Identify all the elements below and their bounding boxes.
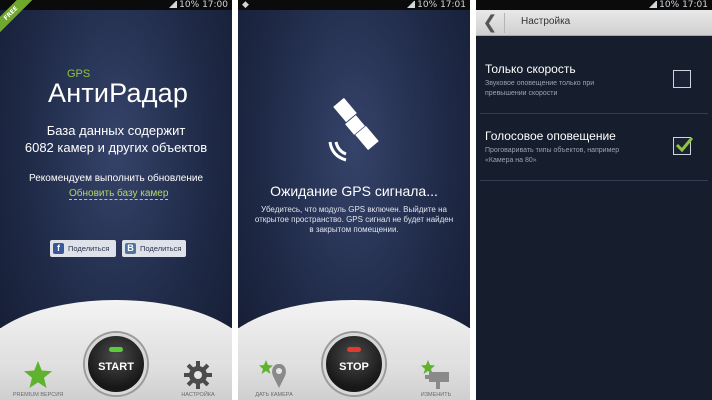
pref-speed-only[interactable]: Только скорость Звуковое оповещение толь…: [476, 62, 712, 126]
topbar-divider: [504, 13, 505, 33]
bottom-bar: PREMIUM ВЕРСИЯ START НАСТРОЙКА: [0, 300, 232, 400]
database-line-2: 6082 камер и других объектов: [24, 140, 208, 155]
settings-label: НАСТРОЙКА: [181, 392, 215, 398]
voice-alert-checkbox[interactable]: [673, 137, 693, 155]
status-bar: 10% 17:01: [476, 0, 712, 10]
settings-topbar: ❮ Настройка: [476, 10, 712, 36]
vk-icon: B: [125, 243, 136, 254]
pref-voice-alert[interactable]: Голосовое оповещение Проговаривать типы …: [476, 129, 712, 193]
bottom-bar: ДАТЬ КАМЕРА STOP ИЗМЕНИТЬ: [238, 300, 470, 400]
settings-button[interactable]: НАСТРОЙКА: [168, 360, 228, 398]
facebook-share-label: Поделиться: [68, 244, 110, 253]
vk-share-button[interactable]: B Поделиться: [122, 240, 186, 257]
screen-settings: 10% 17:01 ❮ Настройка Только скорость Зв…: [476, 0, 712, 400]
clock: 17:01: [440, 0, 466, 10]
update-recommendation: Рекомендуем выполнить обновление: [28, 173, 204, 184]
battery-text: 10%: [417, 0, 438, 10]
start-button[interactable]: START: [85, 333, 147, 395]
pref-divider: [480, 113, 708, 114]
start-led: [109, 347, 123, 352]
add-camera-label: ДАТЬ КАМЕРА: [255, 392, 293, 398]
clock: 17:00: [202, 0, 228, 10]
clock: 17:01: [682, 0, 708, 10]
pref-summary: Проговаривать типы объектов, например «К…: [485, 147, 620, 164]
change-label: ИЗМЕНИТЬ: [420, 392, 452, 398]
back-icon: ❮: [482, 12, 498, 33]
settings-title: Настройка: [521, 16, 571, 27]
location-status-icon: ◆: [242, 0, 249, 10]
pref-summary: Звуковое оповещение только при превышени…: [485, 80, 595, 97]
facebook-icon: f: [53, 243, 64, 254]
pref-divider: [480, 180, 708, 181]
location-pin-icon: [259, 360, 286, 388]
database-info: База данных содержит 6082 камер и других…: [0, 122, 232, 156]
facebook-share-button[interactable]: f Поделиться: [50, 240, 116, 257]
speed-only-checkbox[interactable]: [673, 70, 691, 88]
screen-main: 10% 17:00 FREE GPS АнтиРадар База данных…: [0, 0, 232, 400]
battery-text: 10%: [179, 0, 200, 10]
premium-button[interactable]: PREMIUM ВЕРСИЯ: [8, 360, 68, 398]
camera-icon: [421, 360, 449, 389]
stop-led: [347, 347, 361, 352]
star-icon: [24, 361, 52, 388]
change-camera-button[interactable]: ИЗМЕНИТЬ: [406, 360, 466, 398]
back-button[interactable]: ❮: [480, 13, 500, 33]
stop-label: STOP: [339, 361, 369, 373]
update-database-link[interactable]: Обновить базу камер: [69, 188, 169, 200]
add-camera-button[interactable]: ДАТЬ КАМЕРА: [244, 360, 304, 398]
check-icon: [675, 137, 693, 153]
status-bar: ◆ 10% 17:01: [238, 0, 470, 10]
screen-waiting-gps: ◆ 10% 17:01 Ожидание GPS сигнала... Убед…: [238, 0, 470, 400]
premium-label: PREMIUM ВЕРСИЯ: [12, 392, 64, 398]
database-line-1: База данных содержит: [46, 123, 186, 138]
gear-icon: [184, 361, 212, 389]
stop-button[interactable]: STOP: [323, 333, 385, 395]
satellite-icon: [328, 98, 379, 162]
vk-share-label: Поделиться: [140, 244, 182, 253]
logo-name: АнтиРадар: [48, 78, 189, 108]
waiting-gps-description: Убедитесь, что модуль GPS включен. Выйди…: [254, 205, 454, 234]
start-label: START: [98, 361, 134, 373]
waiting-gps-title: Ожидание GPS сигнала...: [270, 183, 438, 199]
battery-text: 10%: [659, 0, 680, 10]
status-bar: 10% 17:00: [0, 0, 232, 10]
pref-title: Голосовое оповещение: [485, 129, 616, 143]
pref-title: Только скорость: [485, 62, 576, 76]
